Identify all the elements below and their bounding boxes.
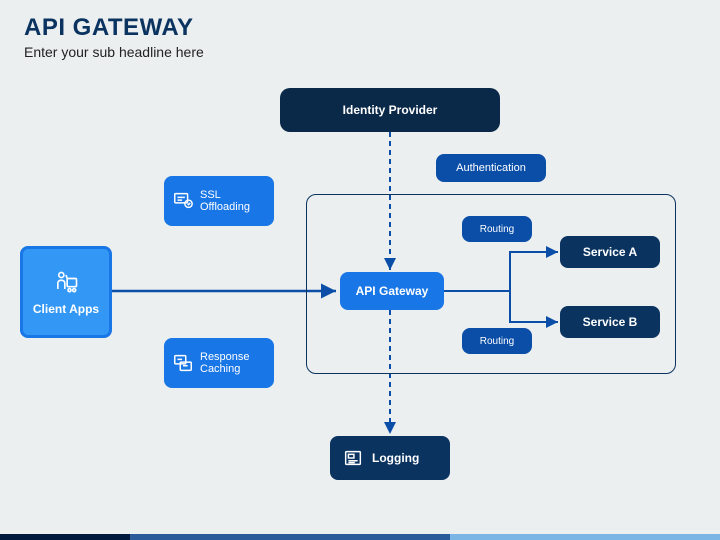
gateway-label: API Gateway (356, 284, 429, 298)
response-caching-node: Response Caching (164, 338, 274, 388)
page-subtitle: Enter your sub headline here (24, 44, 696, 60)
routing-label-top: Routing (462, 216, 532, 242)
identity-provider-node: Identity Provider (280, 88, 500, 132)
header: API GATEWAY Enter your sub headline here (0, 0, 720, 66)
service-a-label: Service A (583, 245, 637, 259)
identity-label: Identity Provider (343, 103, 438, 117)
authentication-label: Authentication (436, 154, 546, 182)
ssl-offloading-node: SSL Offloading (164, 176, 274, 226)
cache-icon (172, 352, 194, 374)
ssl-icon (172, 190, 194, 212)
logging-node: Logging (330, 436, 450, 480)
service-b-node: Service B (560, 306, 660, 338)
service-a-node: Service A (560, 236, 660, 268)
logging-label: Logging (372, 451, 419, 465)
client-icon (52, 268, 80, 296)
api-gateway-node: API Gateway (340, 272, 444, 310)
logging-icon (342, 447, 364, 469)
ssl-label: SSL Offloading (200, 189, 266, 213)
page-title: API GATEWAY (24, 14, 696, 42)
client-label: Client Apps (33, 302, 99, 316)
footer-accent (0, 534, 720, 540)
cache-label: Response Caching (200, 351, 266, 375)
client-apps-node: Client Apps (20, 246, 112, 338)
service-b-label: Service B (583, 315, 638, 329)
routing-label-bottom: Routing (462, 328, 532, 354)
